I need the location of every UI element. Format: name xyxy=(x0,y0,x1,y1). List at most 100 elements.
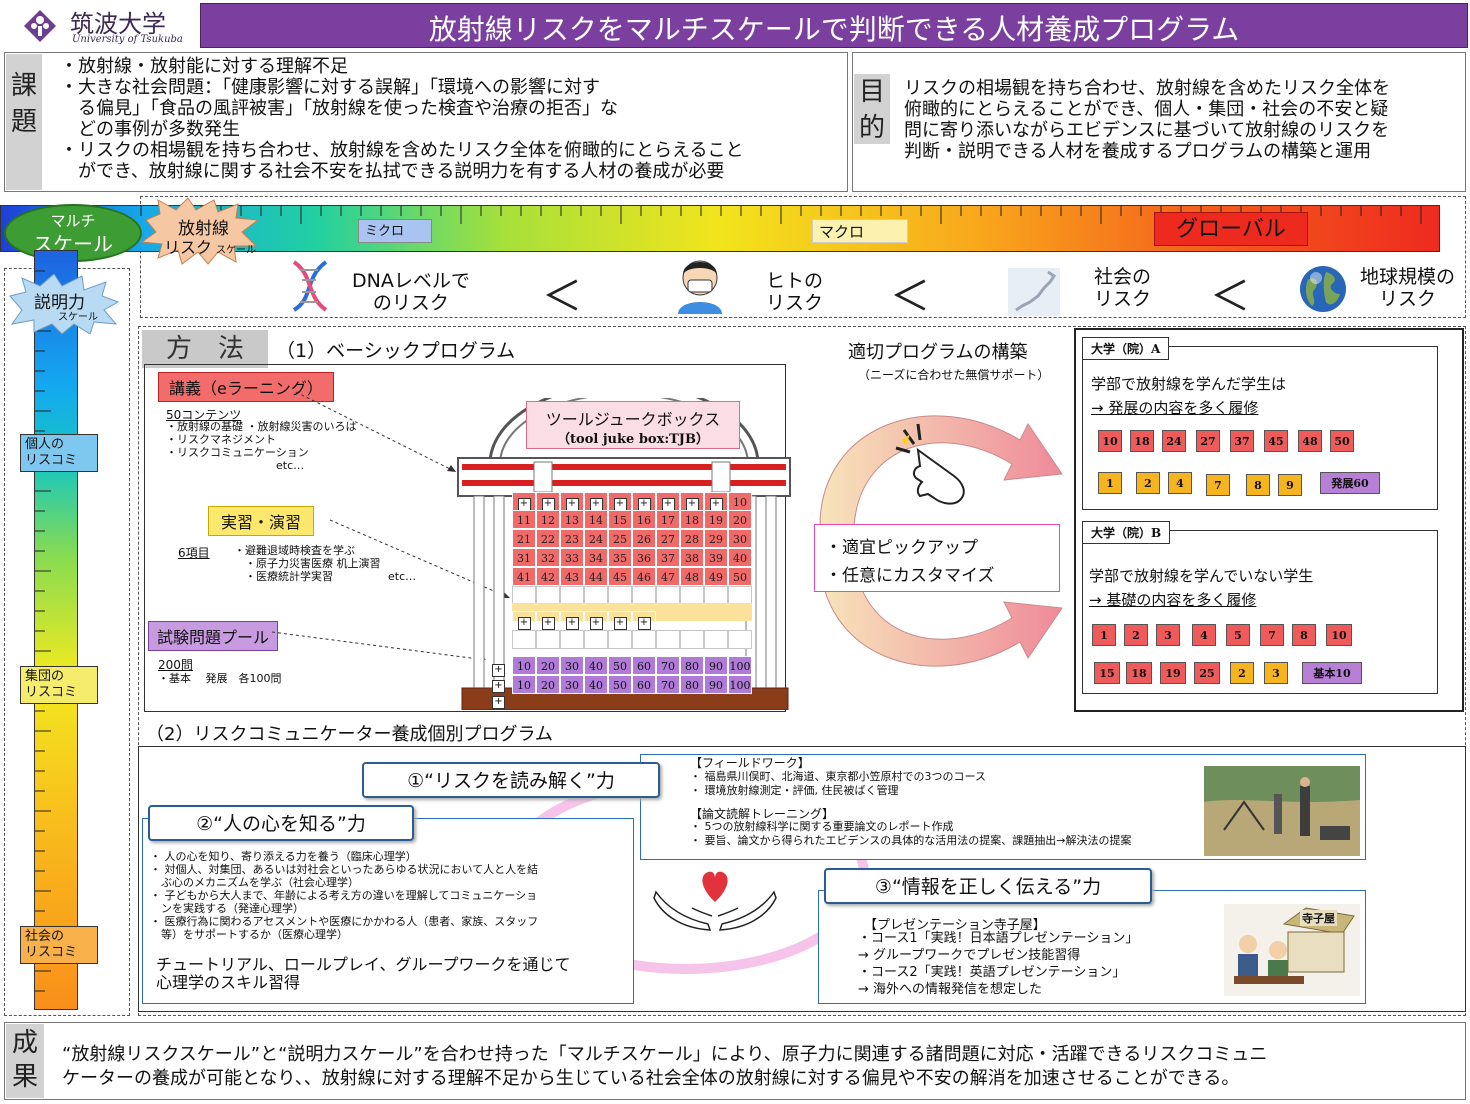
tjb-cell[interactable]: + xyxy=(512,611,536,630)
course-chip[interactable]: 3 xyxy=(1156,624,1180,646)
tjb-cell[interactable]: 31 xyxy=(512,548,536,567)
course-chip[interactable]: 37 xyxy=(1230,430,1254,452)
tjb-cell[interactable]: 19 xyxy=(704,510,728,529)
tjb-cell[interactable]: + xyxy=(680,492,704,511)
course-chip[interactable]: 10 xyxy=(1098,430,1122,452)
plus-icon[interactable]: + xyxy=(492,664,505,677)
plus-icon[interactable]: + xyxy=(492,696,505,709)
tjb-cell[interactable]: 14 xyxy=(584,510,608,529)
course-chip[interactable]: 10 xyxy=(1326,624,1352,646)
tjb-cell[interactable]: + xyxy=(632,492,656,511)
course-chip[interactable]: 7 xyxy=(1260,624,1284,646)
course-chip[interactable]: 発展60 xyxy=(1320,472,1380,494)
tjb-cell[interactable]: 50 xyxy=(728,567,752,586)
course-chip[interactable]: 48 xyxy=(1298,430,1322,452)
tjb-cell[interactable]: 32 xyxy=(536,548,560,567)
tjb-cell[interactable]: 34 xyxy=(584,548,608,567)
tjb-cell[interactable]: 47 xyxy=(656,567,680,586)
tjb-cell[interactable]: 27 xyxy=(656,529,680,548)
tjb-cell[interactable]: + xyxy=(536,611,560,630)
tjb-cell[interactable]: 33 xyxy=(560,548,584,567)
tjb-cell[interactable]: 37 xyxy=(656,548,680,567)
tjb-cell[interactable]: 40 xyxy=(584,675,608,694)
tjb-cell[interactable]: 10 xyxy=(512,675,536,694)
course-chip[interactable]: 7 xyxy=(1206,474,1230,496)
tjb-cell[interactable]: 46 xyxy=(632,567,656,586)
tjb-cell[interactable]: 90 xyxy=(704,656,728,675)
course-chip[interactable]: 4 xyxy=(1192,624,1216,646)
course-chip[interactable]: 5 xyxy=(1226,624,1250,646)
course-chip[interactable]: 8 xyxy=(1246,474,1270,496)
tjb-cell[interactable]: + xyxy=(704,492,728,511)
course-chip[interactable]: 基本10 xyxy=(1302,662,1362,684)
course-chip[interactable]: 2 xyxy=(1136,472,1160,494)
tjb-cell[interactable]: 30 xyxy=(560,675,584,694)
tjb-cell[interactable]: 21 xyxy=(512,529,536,548)
tjb-cell[interactable]: 60 xyxy=(632,656,656,675)
tjb-cell[interactable]: 18 xyxy=(680,510,704,529)
tjb-cell[interactable]: 29 xyxy=(704,529,728,548)
course-chip[interactable]: 27 xyxy=(1196,430,1220,452)
course-chip[interactable]: 3 xyxy=(1264,662,1288,684)
tjb-cell[interactable]: 20 xyxy=(536,675,560,694)
tjb-cell[interactable]: 60 xyxy=(632,675,656,694)
tjb-cell[interactable]: + xyxy=(608,492,632,511)
tjb-cell[interactable]: + xyxy=(584,611,608,630)
plus-icon[interactable]: + xyxy=(492,680,505,693)
course-chip[interactable]: 25 xyxy=(1194,662,1220,684)
tjb-cell[interactable]: 80 xyxy=(680,675,704,694)
course-chip[interactable]: 19 xyxy=(1160,662,1186,684)
course-chip[interactable]: 8 xyxy=(1292,624,1316,646)
course-chip[interactable]: 45 xyxy=(1264,430,1288,452)
tjb-cell[interactable]: 80 xyxy=(680,656,704,675)
tjb-cell[interactable]: 20 xyxy=(728,510,752,529)
tjb-cell[interactable]: 48 xyxy=(680,567,704,586)
tjb-cell[interactable]: + xyxy=(536,492,560,511)
tjb-cell[interactable]: 36 xyxy=(632,548,656,567)
tjb-cell[interactable]: 12 xyxy=(536,510,560,529)
course-chip[interactable]: 50 xyxy=(1330,430,1354,452)
course-chip[interactable]: 18 xyxy=(1130,430,1154,452)
tjb-cell[interactable]: 40 xyxy=(728,548,752,567)
tjb-cell[interactable]: + xyxy=(584,492,608,511)
tjb-cell[interactable]: 41 xyxy=(512,567,536,586)
tjb-cell[interactable]: 11 xyxy=(512,510,536,529)
tjb-cell[interactable]: + xyxy=(608,611,632,630)
tjb-cell[interactable]: 22 xyxy=(536,529,560,548)
tjb-cell[interactable]: 43 xyxy=(560,567,584,586)
tjb-cell[interactable]: 30 xyxy=(560,656,584,675)
tjb-cell[interactable]: + xyxy=(560,611,584,630)
tjb-cell[interactable]: + xyxy=(656,492,680,511)
tjb-cell[interactable]: 20 xyxy=(536,656,560,675)
tjb-cell[interactable]: 13 xyxy=(560,510,584,529)
tjb-cell[interactable]: 40 xyxy=(584,656,608,675)
course-chip[interactable]: 2 xyxy=(1230,662,1254,684)
tjb-cell[interactable]: 30 xyxy=(728,529,752,548)
course-chip[interactable]: 18 xyxy=(1126,662,1152,684)
tjb-cell[interactable]: 50 xyxy=(608,656,632,675)
tjb-cell[interactable]: 25 xyxy=(608,529,632,548)
tjb-cell[interactable]: 16 xyxy=(632,510,656,529)
tjb-cell[interactable]: 38 xyxy=(680,548,704,567)
tjb-cell[interactable]: 42 xyxy=(536,567,560,586)
course-chip[interactable]: 1 xyxy=(1092,624,1116,646)
tjb-cell[interactable]: 44 xyxy=(584,567,608,586)
tjb-cell[interactable]: + xyxy=(560,492,584,511)
tjb-cell[interactable]: 10 xyxy=(512,656,536,675)
course-chip[interactable]: 2 xyxy=(1124,624,1148,646)
tjb-cell[interactable]: 100 xyxy=(728,656,752,675)
tjb-cell[interactable]: 90 xyxy=(704,675,728,694)
tjb-cell[interactable]: 70 xyxy=(656,656,680,675)
tjb-cell[interactable]: 100 xyxy=(728,675,752,694)
tjb-cell[interactable]: 49 xyxy=(704,567,728,586)
tjb-cell[interactable]: 50 xyxy=(608,675,632,694)
tjb-cell[interactable]: 24 xyxy=(584,529,608,548)
tjb-cell[interactable]: 39 xyxy=(704,548,728,567)
course-chip[interactable]: 9 xyxy=(1278,474,1302,496)
course-chip[interactable]: 4 xyxy=(1168,472,1192,494)
tjb-cell[interactable]: 10 xyxy=(728,492,752,511)
tjb-cell[interactable]: 23 xyxy=(560,529,584,548)
tjb-cell[interactable]: 15 xyxy=(608,510,632,529)
tjb-cell[interactable]: 70 xyxy=(656,675,680,694)
tjb-cell[interactable]: 45 xyxy=(608,567,632,586)
